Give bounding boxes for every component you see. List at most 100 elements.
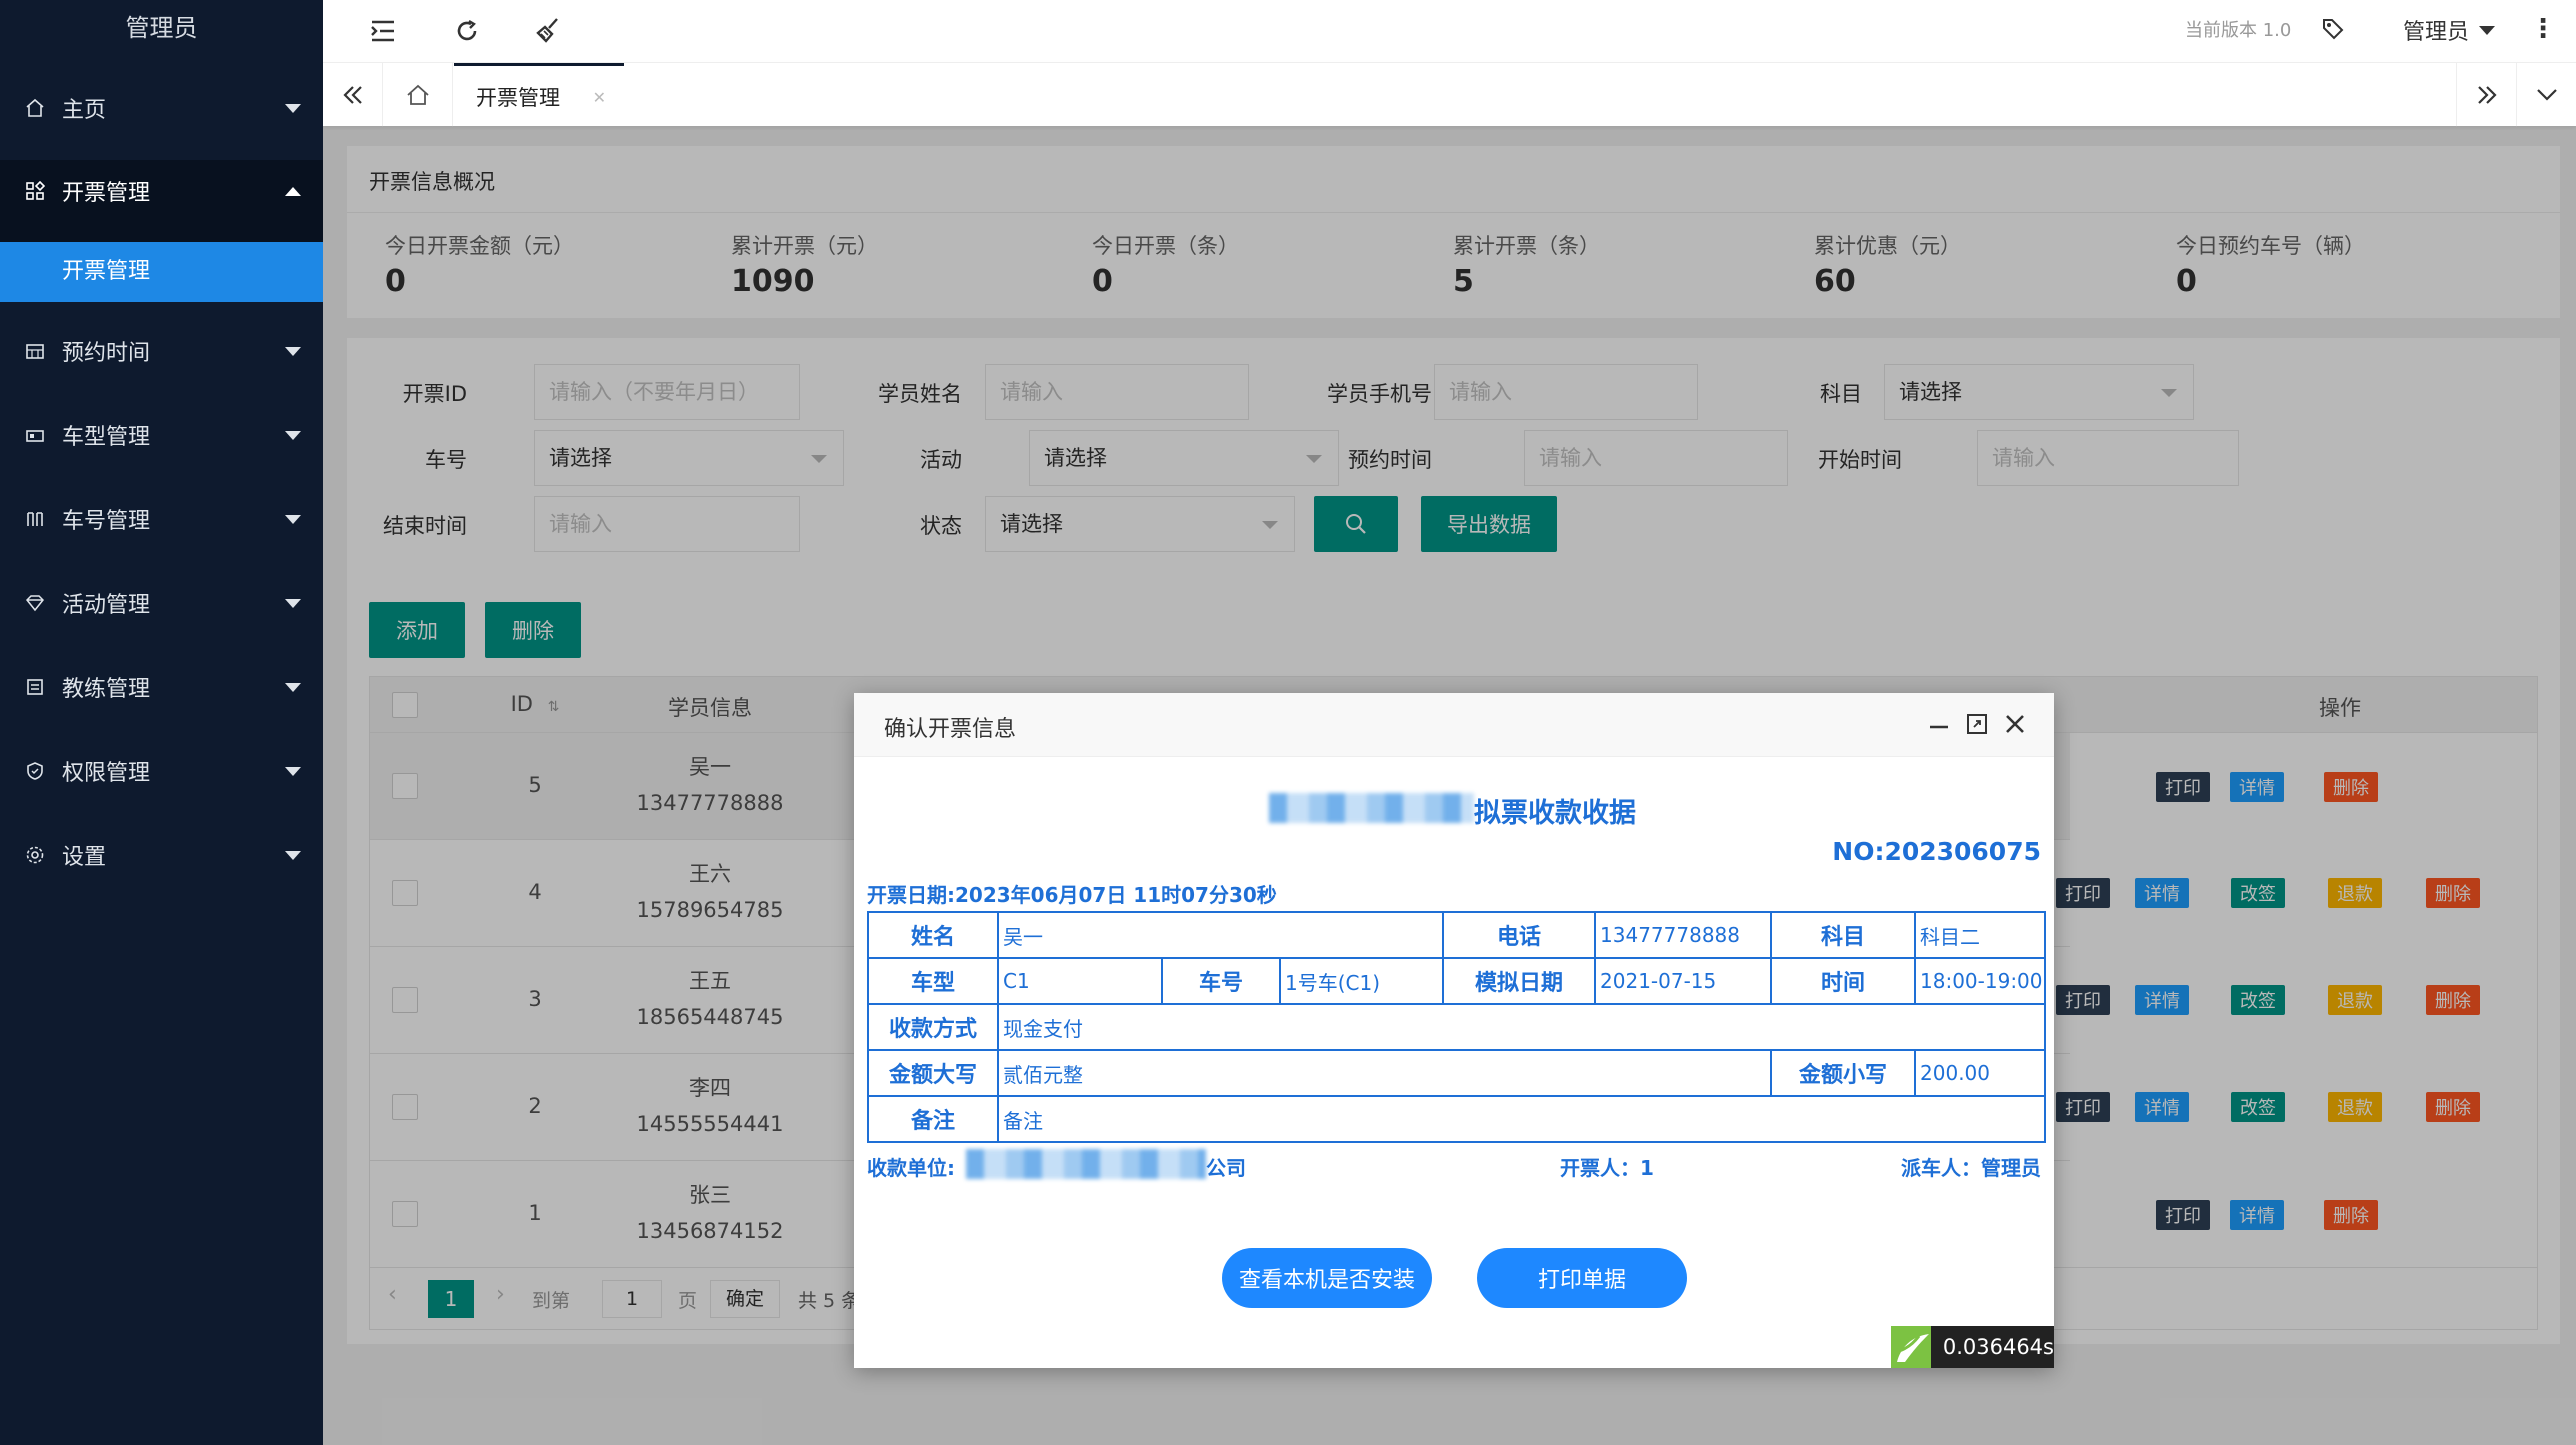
name-label: 姓名 [867,911,999,959]
close-icon[interactable]: ✕ [593,88,606,107]
sidebar-item-coach[interactable]: 教练管理 [0,657,323,717]
sidebar-item-settings[interactable]: 设置 [0,825,323,885]
sidebar-item-permission[interactable]: 权限管理 [0,741,323,801]
receipt-table: 姓名 吴一 电话 13477778888 科目 科目二 车型 C1 车号 1号车… [867,911,2047,1143]
gear-icon [24,844,46,866]
name-value: 吴一 [996,911,1445,959]
receipt-date: 开票日期:2023年06月07日 11时07分30秒 [867,883,1277,907]
sidebar-item-label: 预约时间 [62,341,151,366]
print-receipt-button[interactable]: 打印单据 [1477,1248,1687,1308]
receipt-row: 收款方式 现金支付 [867,1003,2047,1051]
chevron-down-icon [285,104,301,113]
check-install-button[interactable]: 查看本机是否安装 [1222,1248,1432,1308]
shield-icon [24,760,46,782]
sidebar-item-car-type[interactable]: 车型管理 [0,405,323,465]
car-number-icon [24,508,46,530]
sidebar-item-label: 开票管理 [62,181,151,206]
tab-menu-chevron-icon[interactable] [2516,63,2576,127]
chevron-down-icon [285,767,301,776]
home-tab-icon[interactable] [383,63,453,127]
chevron-down-icon [285,431,301,440]
sidebar-item-booking[interactable]: 预约时间 [0,321,323,381]
payee-suffix: 公司 [1206,1156,1246,1180]
calendar-icon [24,340,46,362]
chevron-up-icon [285,187,301,196]
more-vertical-icon[interactable]: ⋮ [2530,14,2556,44]
amount-lower-label: 金额小写 [1770,1049,1917,1097]
amount-lower-value: 200.00 [1914,1049,2047,1097]
sim-date-value: 2021-07-15 [1594,957,1773,1005]
subject-value: 科目二 [1914,911,2047,959]
redacted-company [1269,793,1474,823]
redacted-payee [966,1149,1206,1179]
clear-cache-icon[interactable] [532,14,566,46]
car-no-label: 车号 [1161,957,1281,1005]
tab-bar: 开票管理 ✕ [323,62,2576,127]
sidebar-item-label: 设置 [62,845,107,870]
sidebar-item-label: 主页 [62,98,107,123]
receipt-row: 金额大写 贰佰元整 金额小写 200.00 [867,1049,2047,1097]
grid-icon [24,180,46,202]
car-no-value: 1号车(C1) [1278,957,1445,1005]
phone-value: 13477778888 [1594,911,1773,959]
issuer: 开票人：1 [1560,1156,1654,1180]
coach-icon [24,676,46,698]
tag-icon[interactable] [2318,14,2348,44]
remark-value: 备注 [996,1095,2047,1143]
sidebar-item-label: 教练管理 [62,677,151,702]
timer-value: 0.036464s [1942,1335,2054,1359]
top-header: 当前版本 1.0 管理员 ⋮ [323,0,2576,62]
sidebar-item-home[interactable]: 主页 [0,78,323,138]
chevron-down-icon [285,347,301,356]
amount-upper-value: 贰佰元整 [996,1049,1773,1097]
pay-method-label: 收款方式 [867,1003,999,1051]
debug-timer: 0.036464s [1891,1326,2054,1368]
sidebar: 管理员 主页 开票管理 开票管理 预约时间 车型管理 车号管理 活动管理 教练管… [0,0,323,1445]
leaf-logo-icon [1891,1326,1931,1368]
time-label: 时间 [1770,957,1917,1005]
chevron-down-icon [285,599,301,608]
sim-date-label: 模拟日期 [1442,957,1597,1005]
home-icon [24,97,46,119]
menu-toggle-icon[interactable] [367,16,399,46]
dispatcher: 派车人：管理员 [1901,1156,2041,1180]
sidebar-item-car-number[interactable]: 车号管理 [0,489,323,549]
close-icon[interactable] [2004,713,2028,737]
user-name: 管理员 [2403,20,2470,45]
receipt-row: 备注 备注 [867,1095,2047,1143]
diamond-icon [24,592,46,614]
tab-scroll-right-icon[interactable] [2456,63,2516,127]
tab-scroll-left-icon[interactable] [323,63,383,127]
user-menu[interactable]: 管理员 [2403,14,2496,46]
sidebar-item-label: 权限管理 [62,761,151,786]
modal-header: 确认开票信息 [854,693,2054,757]
car-type-label: 车型 [867,957,999,1005]
version-text: 当前版本 1.0 [2185,20,2292,41]
tab-label: 开票管理 [476,85,560,110]
phone-label: 电话 [1442,911,1597,959]
pay-method-value: 现金支付 [996,1003,2047,1051]
receipt-row: 车型 C1 车号 1号车(C1) 模拟日期 2021-07-15 时间 18:0… [867,957,2047,1005]
refresh-icon[interactable] [451,16,483,46]
sidebar-item-activity[interactable]: 活动管理 [0,573,323,633]
tab-invoice[interactable]: 开票管理 ✕ [454,63,624,127]
chevron-down-icon [285,515,301,524]
sidebar-brand: 管理员 [125,14,198,42]
receipt-number: NO:202306075 [1832,837,2041,866]
sidebar-subitem-invoice[interactable]: 开票管理 [0,242,323,302]
car-type-value: C1 [997,957,1163,1005]
remark-label: 备注 [867,1095,999,1143]
confirm-invoice-modal: 确认开票信息 拟票收款收据 NO:202306075 开票日期:2023年06月… [854,693,2054,1368]
sidebar-item-label: 车型管理 [62,425,151,450]
minimize-icon[interactable] [1928,713,1952,737]
maximize-icon[interactable] [1966,713,1990,737]
receipt-row: 姓名 吴一 电话 13477778888 科目 科目二 [867,911,2047,959]
sidebar-item-label: 车号管理 [62,509,151,534]
payee-label: 收款单位: [867,1156,955,1180]
time-value: 18:00-19:00 [1914,957,2047,1005]
sidebar-item-invoice[interactable]: 开票管理 [0,161,323,221]
subject-label: 科目 [1770,911,1917,959]
modal-title: 确认开票信息 [884,717,1017,742]
chevron-down-icon [285,683,301,692]
sidebar-item-label: 活动管理 [62,593,151,618]
